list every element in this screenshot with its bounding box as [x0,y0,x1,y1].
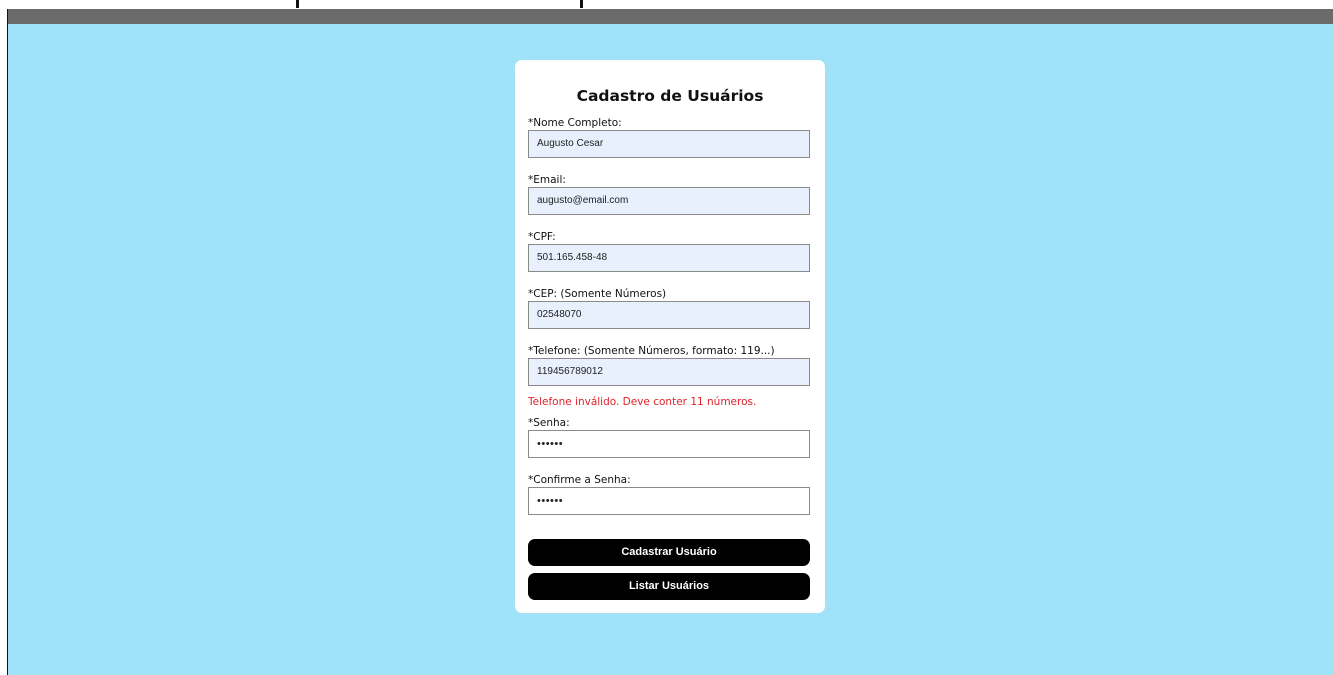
password-label: *Senha: [528,417,570,429]
cep-label: *CEP: (Somente Números) [528,288,667,300]
form-title: Cadastro de Usuários [576,87,764,105]
full-name-label: *Nome Completo: [528,117,622,129]
confirm-password-input[interactable]: •••••• [528,487,810,515]
password-input[interactable]: •••••• [528,430,810,458]
cropped-glyph [296,0,299,8]
list-users-button[interactable]: Listar Usuários [528,573,810,600]
register-user-button[interactable]: Cadastrar Usuário [528,539,810,566]
cropped-glyph [580,0,583,8]
browser-top-strip [0,0,1333,24]
window-top-bar [7,9,1333,24]
registration-card: Cadastro de Usuários *Nome Completo: Aug… [515,60,825,613]
cep-input[interactable]: 02548070 [528,301,810,329]
cpf-input[interactable]: 501.165.458-48 [528,244,810,272]
confirm-password-label: *Confirme a Senha: [528,474,631,486]
full-name-input[interactable]: Augusto Cesar [528,130,810,158]
phone-error-message: Telefone inválido. Deve conter 11 número… [528,396,757,408]
cpf-label: *CPF: [528,231,556,243]
phone-input[interactable]: 119456789012 [528,358,810,386]
phone-label: *Telefone: (Somente Números, formato: 11… [528,345,775,357]
email-label: *Email: [528,174,566,186]
email-input[interactable]: augusto@email.com [528,187,810,215]
